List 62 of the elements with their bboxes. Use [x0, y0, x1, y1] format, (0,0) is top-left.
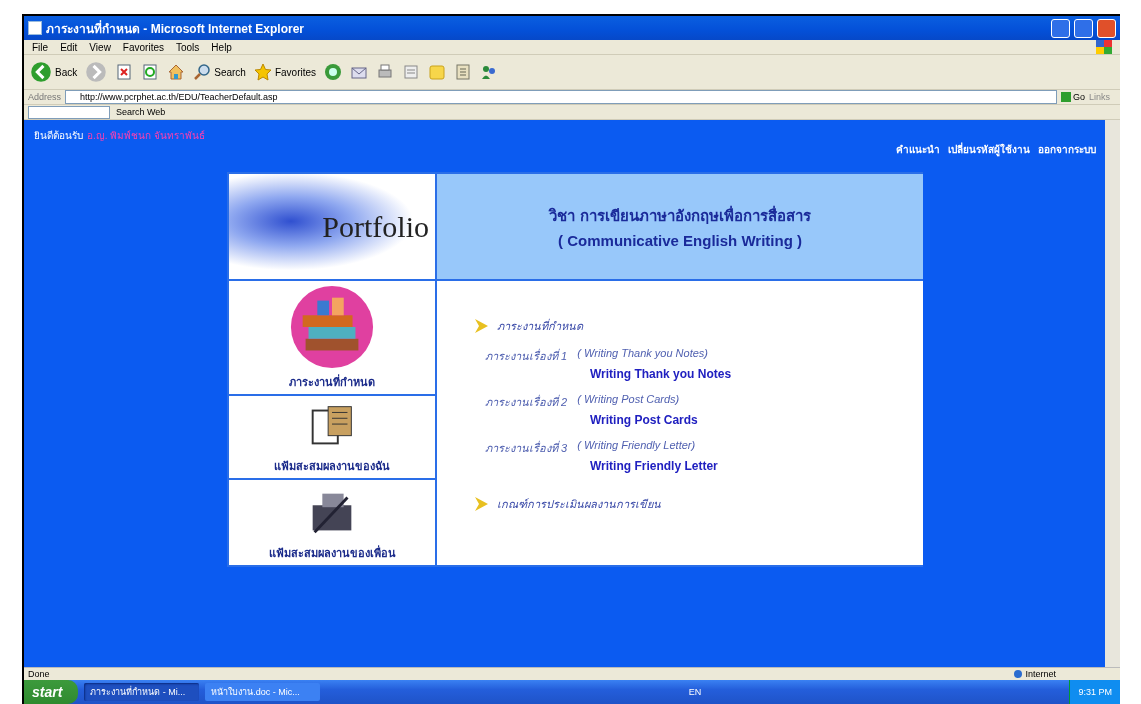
- menu-item[interactable]: Favorites: [122, 41, 164, 53]
- criteria-link[interactable]: เกณฑ์การประเมินผลงานการเขียน: [497, 495, 661, 513]
- nav-link[interactable]: เปลี่ยนรหัสผู้ใช้งาน: [948, 142, 1030, 157]
- assignment-subtitle: ( Writing Friendly Letter): [577, 439, 696, 453]
- nav-link[interactable]: คำแนะนำ: [896, 142, 940, 157]
- section-link[interactable]: ภาระงานที่กำหนด: [497, 317, 583, 335]
- menu-item[interactable]: Help: [211, 41, 232, 53]
- address-field[interactable]: http://www.pcrphet.ac.th/EDU/TeacherDefault.asp: [65, 90, 1057, 104]
- window-icon: [28, 21, 42, 35]
- menu-link[interactable]: แฟ้มสะสมผลงานของฉัน: [274, 457, 390, 475]
- assignment-subtitle: ( Writing Post Cards): [577, 393, 680, 407]
- assignment-link[interactable]: Writing Friendly Letter: [590, 459, 923, 473]
- home-icon[interactable]: [167, 63, 186, 81]
- assignment-title: ภาระงานเรื่องที่ 1: [485, 347, 568, 364]
- minimize-button[interactable]: [1051, 18, 1070, 38]
- print-icon[interactable]: [376, 63, 395, 81]
- scroll-bar[interactable]: [1105, 120, 1120, 667]
- restore-button[interactable]: [1074, 18, 1093, 38]
- windows-logo-icon: [1096, 40, 1112, 54]
- forward-icon[interactable]: [85, 61, 108, 83]
- menu-item[interactable]: View: [89, 41, 111, 53]
- language-indicator: EN: [688, 687, 702, 697]
- address-label: Address: [28, 92, 62, 102]
- start-button[interactable]: start: [24, 680, 79, 704]
- stop-icon[interactable]: [115, 63, 134, 81]
- arrow-icon: [473, 496, 489, 512]
- assignment-title: ภาระงานเรื่องที่ 2: [485, 393, 568, 410]
- close-button[interactable]: [1097, 18, 1116, 38]
- window-title: ภาระงานที่กำหนด - Microsoft Internet Explorer: [46, 19, 306, 38]
- favorites-button[interactable]: Favorites: [253, 63, 317, 81]
- assignment-title: ภาระงานเรื่องที่ 3: [485, 439, 568, 456]
- user-name: อ.ญ. พิมพ์ชนก จันทราพันธ์: [87, 129, 206, 143]
- menu-item[interactable]: Edit: [60, 41, 78, 53]
- course-title: วิชา การเขียนภาษาอังกฤษเพื่อการสื่อสาร: [549, 204, 811, 226]
- media-icon[interactable]: [324, 63, 343, 81]
- status-text: Done: [28, 669, 50, 679]
- assignment-link[interactable]: Writing Post Cards: [590, 413, 923, 427]
- menu-item[interactable]: Tools: [176, 41, 200, 53]
- menu-item[interactable]: File: [32, 41, 49, 53]
- logo-text: Portfolio: [322, 209, 429, 244]
- menu-link[interactable]: แฟ้มสะสมผลงานของเพื่อน: [268, 544, 396, 562]
- search-button[interactable]: Search: [193, 63, 246, 81]
- back-icon: [30, 61, 52, 83]
- taskbar-button[interactable]: ภาระงานที่กำหนด - Mi...: [84, 683, 200, 701]
- search-field[interactable]: [28, 105, 110, 119]
- menu-link[interactable]: ภาระงานที่กำหนด: [289, 373, 375, 391]
- research-icon[interactable]: [454, 63, 473, 81]
- welcome-text: ยินดีต้อนรับ: [34, 129, 83, 143]
- back-button[interactable]: Back: [30, 61, 78, 83]
- books-icon[interactable]: [288, 283, 376, 371]
- assignment-link[interactable]: Writing Thank you Notes: [590, 367, 923, 381]
- course-title: ( Communicative English Writing ): [558, 232, 802, 249]
- assignment-subtitle: ( Writing Thank you Notes): [577, 347, 708, 361]
- go-button[interactable]: Go: [1060, 92, 1085, 102]
- zone-indicator: Internet: [1014, 669, 1056, 679]
- favorites-icon: [253, 63, 272, 81]
- clock: 9:31 PM: [1078, 687, 1112, 697]
- nav-link[interactable]: ออกจากระบบ: [1038, 142, 1096, 157]
- search-icon: [193, 63, 212, 81]
- taskbar-button[interactable]: หน้าใบงาน.doc - Mic...: [205, 683, 321, 701]
- arrow-icon: [473, 318, 489, 334]
- search-web-button[interactable]: Search Web: [116, 107, 166, 117]
